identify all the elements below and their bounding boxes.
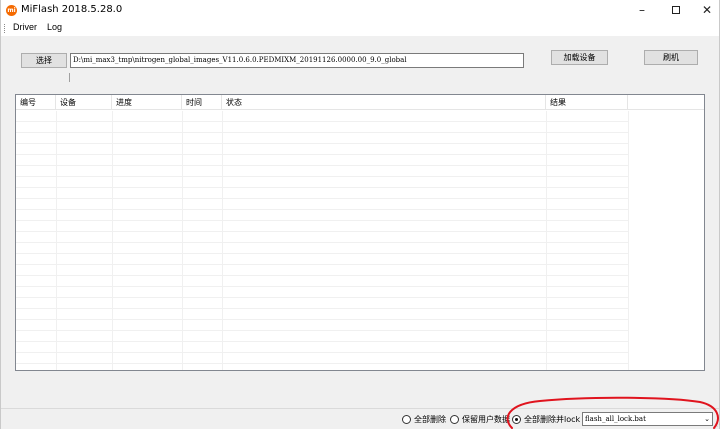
menu-bar: Driver Log (1, 21, 719, 36)
table-row[interactable] (16, 133, 628, 144)
table-row[interactable] (16, 331, 628, 342)
table-row[interactable] (16, 122, 628, 133)
radio-icon[interactable] (450, 415, 459, 424)
option-label: 全部删除 (414, 415, 446, 424)
table-row[interactable] (16, 320, 628, 331)
table-row[interactable] (16, 276, 628, 287)
column-divider (628, 111, 629, 370)
progress-indicator (69, 73, 70, 82)
rom-path-input[interactable]: D:\mi_max3_tmp\nitrogen_global_images_V1… (70, 53, 524, 68)
resize-grip-icon[interactable]: ⋰ (714, 423, 720, 429)
table-row[interactable] (16, 309, 628, 320)
menu-item-driver[interactable]: Driver (13, 22, 37, 32)
table-row[interactable] (16, 210, 628, 221)
option-clean-all-and-lock[interactable]: 全部删除并lock (512, 414, 582, 426)
maximize-icon (672, 6, 680, 14)
column-header-number[interactable]: 编号 (16, 95, 56, 110)
flash-button[interactable]: 刷机 (644, 50, 698, 65)
option-clean-all[interactable]: 全部删除 (402, 414, 450, 426)
option-label: 保留用户数据 (462, 415, 510, 424)
table-row[interactable] (16, 287, 628, 298)
maximize-button[interactable] (660, 0, 692, 21)
table-row[interactable] (16, 188, 628, 199)
menu-grip-icon (4, 24, 6, 33)
radio-icon[interactable] (402, 415, 411, 424)
menu-item-log[interactable]: Log (47, 22, 62, 32)
column-divider (182, 111, 183, 370)
radio-icon[interactable] (512, 415, 521, 424)
table-row[interactable] (16, 199, 628, 210)
flash-script-select[interactable]: flash_all_lock.bat ⌄ (582, 412, 713, 426)
minimize-button[interactable]: – (626, 0, 658, 21)
table-row[interactable] (16, 298, 628, 309)
column-divider (222, 111, 223, 370)
table-header: 编号 设备 进度 时间 状态 结果 (16, 95, 704, 110)
table-row[interactable] (16, 144, 628, 155)
column-header-status[interactable]: 状态 (222, 95, 546, 110)
table-body (16, 111, 704, 370)
table-row[interactable] (16, 254, 628, 265)
column-header-time[interactable]: 时间 (182, 95, 222, 110)
miflash-logo-icon: mi (6, 5, 17, 16)
table-row[interactable] (16, 265, 628, 276)
window-title: MiFlash 2018.5.28.0 (21, 4, 123, 15)
column-divider (56, 111, 57, 370)
chevron-down-icon[interactable]: ⌄ (704, 413, 710, 425)
table-row[interactable] (16, 177, 628, 188)
table-row[interactable] (16, 221, 628, 232)
column-header-result[interactable]: 结果 (546, 95, 628, 110)
select-folder-button[interactable]: 选择 (21, 53, 67, 68)
table-row[interactable] (16, 243, 628, 254)
column-divider (112, 111, 113, 370)
table-row[interactable] (16, 111, 628, 122)
miflash-window: mi MiFlash 2018.5.28.0 – ✕ Driver Log 选择… (0, 0, 720, 429)
column-header-progress[interactable]: 进度 (112, 95, 182, 110)
script-select-value: flash_all_lock.bat (585, 415, 646, 423)
device-table[interactable]: 编号 设备 进度 时间 状态 结果 (15, 94, 705, 371)
column-divider (546, 111, 547, 370)
table-row[interactable] (16, 353, 628, 364)
column-header-device[interactable]: 设备 (56, 95, 112, 110)
table-row[interactable] (16, 166, 628, 177)
table-row[interactable] (16, 342, 628, 353)
option-label: 全部删除并lock (524, 415, 581, 424)
close-button[interactable]: ✕ (691, 0, 720, 21)
title-bar[interactable]: mi MiFlash 2018.5.28.0 – ✕ (1, 0, 719, 21)
table-row[interactable] (16, 232, 628, 243)
option-save-user-data[interactable]: 保留用户数据 (450, 414, 512, 426)
table-row[interactable] (16, 155, 628, 166)
load-device-button[interactable]: 加载设备 (551, 50, 608, 65)
